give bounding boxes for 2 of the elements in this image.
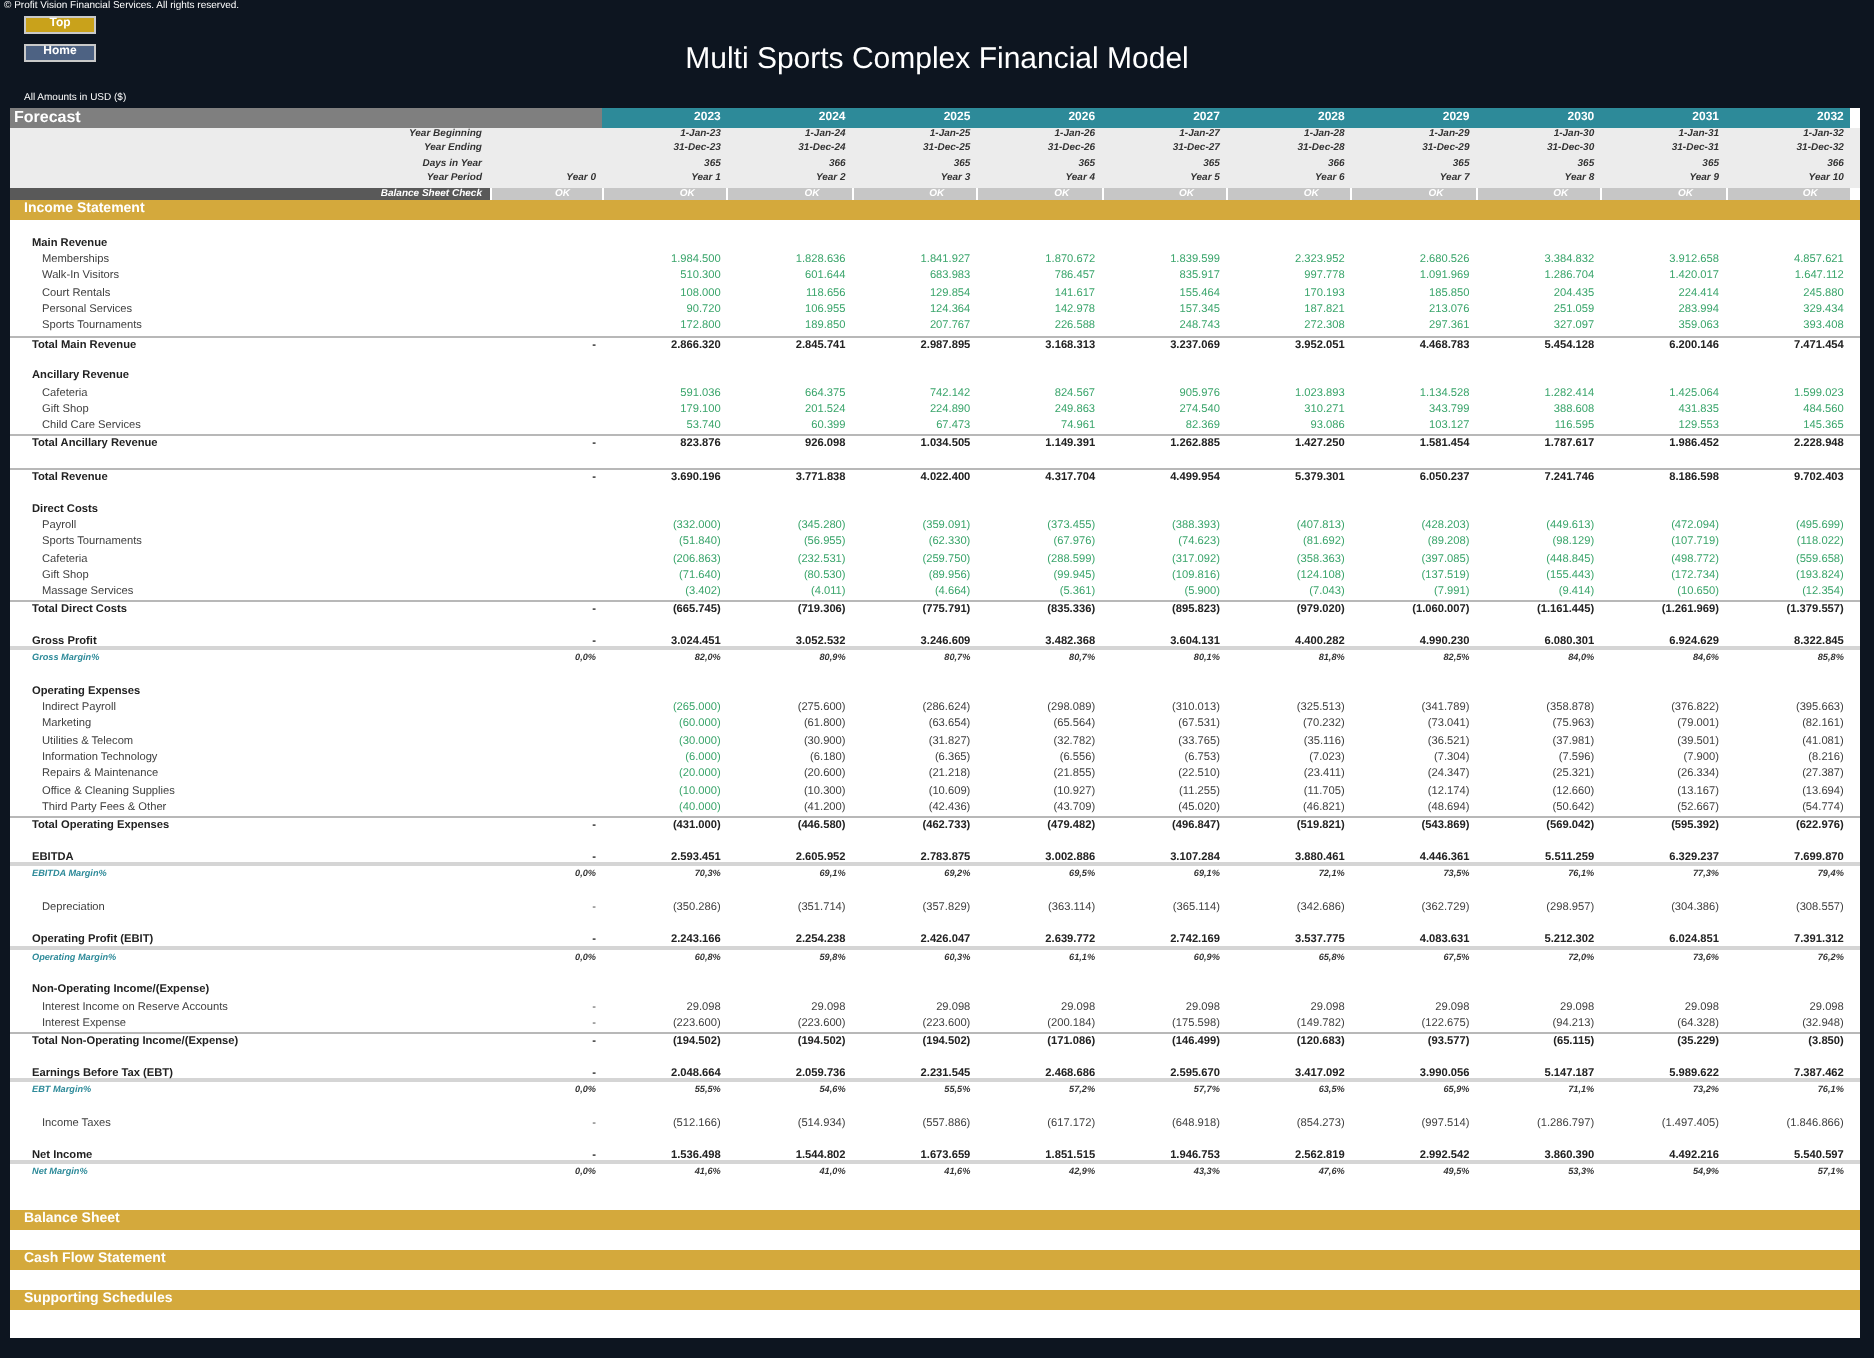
report-title: Multi Sports Complex Financial Model <box>685 42 1189 80</box>
forecast-header: Forecast <box>10 108 602 128</box>
